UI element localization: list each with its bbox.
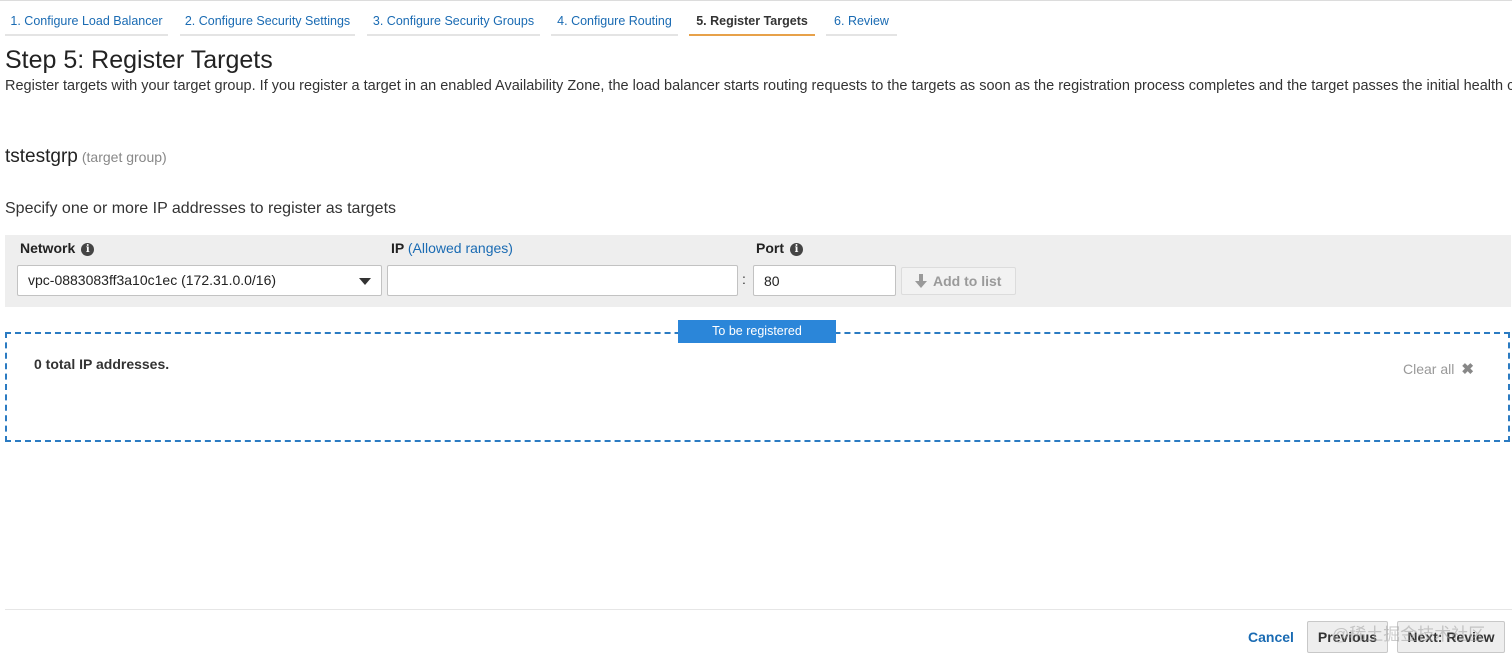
clear-all-button[interactable]: Clear all ✖ [1403, 360, 1474, 378]
network-label-row: Network i [20, 240, 95, 256]
arrow-down-icon [915, 274, 927, 288]
network-label: Network [20, 240, 76, 256]
network-info-icon[interactable]: i [81, 242, 95, 256]
to-be-registered-badge: To be registered [678, 320, 836, 343]
page-title: Step 5: Register Targets [5, 46, 273, 74]
total-ip-count: 0 total IP addresses. [34, 356, 170, 372]
network-select[interactable]: vpc-0883083ff3a10c1ec (172.31.0.0/16) [17, 265, 382, 296]
target-group-suffix: (target group) [81, 149, 167, 165]
port-info-icon[interactable]: i [790, 242, 803, 256]
allowed-ranges-link[interactable]: (Allowed ranges) [408, 240, 513, 256]
add-to-list-label: Add to list [933, 273, 1002, 289]
port-label-row: Port i [756, 240, 803, 256]
ip-label: IP [391, 240, 404, 256]
port-input[interactable] [753, 265, 896, 296]
tab-review[interactable]: 6. Review [826, 6, 897, 36]
previous-button[interactable]: Previous [1307, 621, 1388, 653]
to-be-registered-zone [5, 332, 1510, 442]
ip-label-row: IP (Allowed ranges) [391, 240, 513, 256]
clear-all-label: Clear all [1403, 361, 1455, 377]
ip-port-separator: : [742, 271, 746, 287]
tab-configure-security-settings[interactable]: 2. Configure Security Settings [180, 6, 355, 36]
footer-divider [5, 609, 1512, 610]
network-select-value: vpc-0883083ff3a10c1ec (172.31.0.0/16) [28, 272, 277, 288]
close-icon: ✖ [1461, 361, 1474, 378]
tab-configure-security-groups[interactable]: 3. Configure Security Groups [367, 6, 540, 36]
add-to-list-button[interactable]: Add to list [901, 267, 1016, 295]
ip-input[interactable] [387, 265, 738, 296]
page-description: Register targets with your target group.… [5, 78, 1512, 94]
port-label: Port [756, 240, 784, 256]
tab-configure-load-balancer[interactable]: 1. Configure Load Balancer [5, 6, 168, 36]
tab-configure-routing[interactable]: 4. Configure Routing [551, 6, 678, 36]
tab-register-targets[interactable]: 5. Register Targets [689, 6, 815, 36]
target-group-name: tstestgrp [5, 146, 78, 167]
target-group-heading: tstestgrp (target group) [5, 146, 167, 168]
specify-heading: Specify one or more IP addresses to regi… [5, 200, 397, 217]
cancel-button[interactable]: Cancel [1248, 629, 1294, 645]
next-review-button[interactable]: Next: Review [1397, 621, 1505, 653]
chevron-down-icon [359, 278, 371, 285]
top-border [0, 0, 1512, 1]
